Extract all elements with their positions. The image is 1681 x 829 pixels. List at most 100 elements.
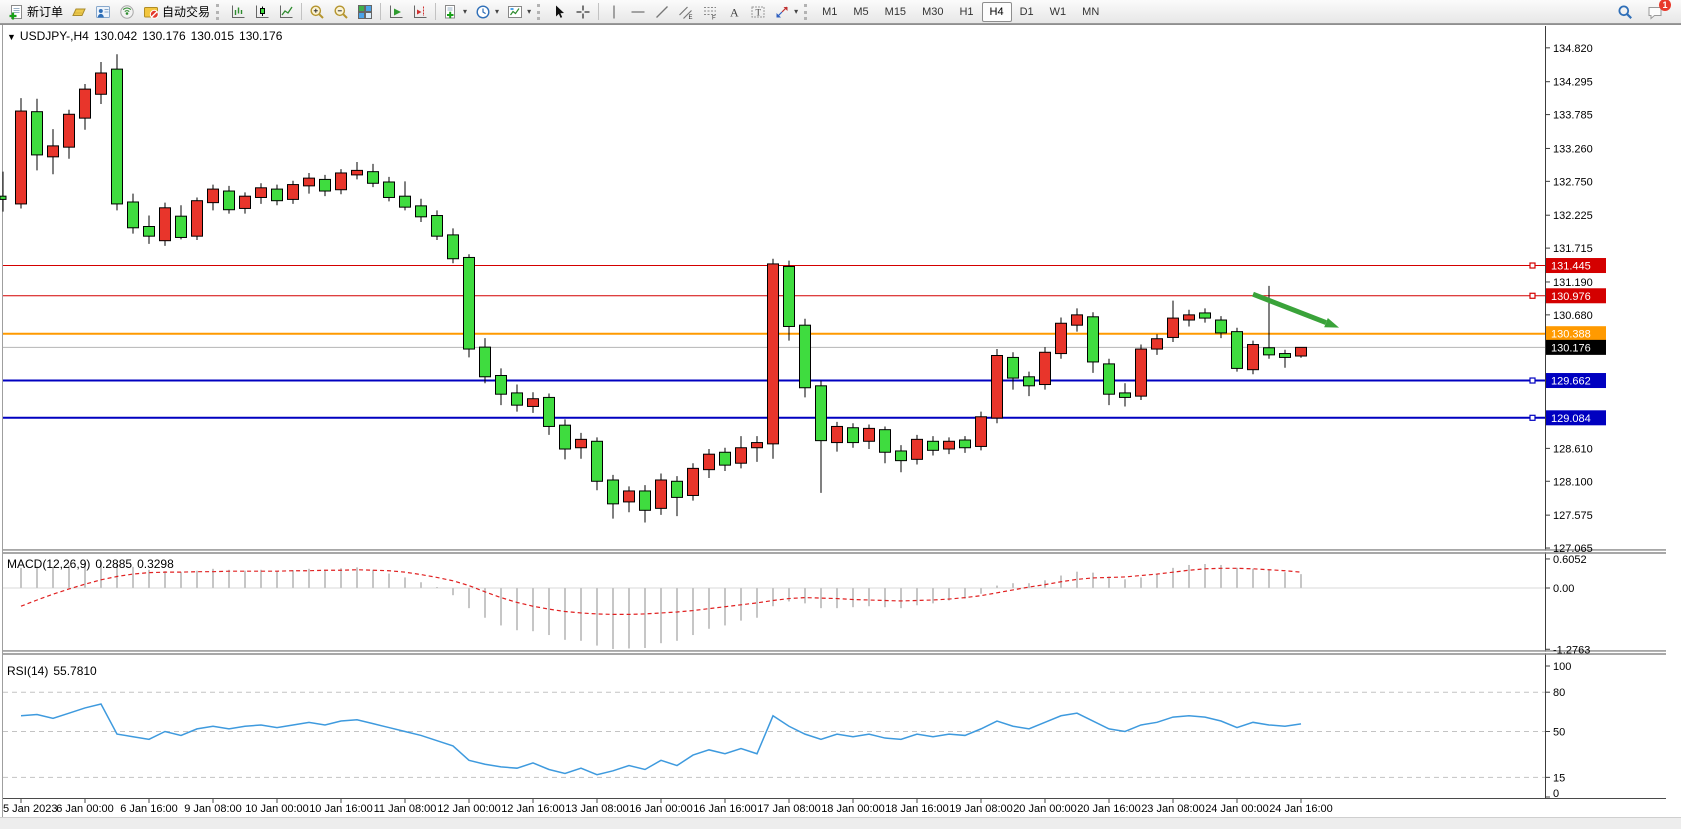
horizontal-line-button[interactable] [626,1,650,22]
timeframe-M30[interactable]: M30 [914,2,951,22]
time-axis-label: 16 Jan 00:00 [629,803,693,815]
price-badge-label: 130.976 [1551,291,1591,303]
text-label-button[interactable]: T [746,1,770,22]
candle [384,182,395,197]
trendline-icon [654,4,670,20]
cursor-button[interactable] [547,1,571,22]
chart-shift-button[interactable] [408,1,432,22]
price-chart-area[interactable]: 134.820134.295133.785133.260132.750132.2… [0,0,1681,829]
candle [1088,317,1099,362]
svg-text:T: T [756,7,762,17]
signals-button[interactable] [115,1,139,22]
timeframe-group: M1M5M15M30H1H4D1W1MN [814,2,1107,22]
time-axis-label: 24 Jan 16:00 [1269,803,1333,815]
candle [1040,352,1051,384]
timeframe-M5[interactable]: M5 [845,2,876,22]
time-axis-label: 20 Jan 00:00 [1013,803,1077,815]
candle [848,428,859,443]
zoom-in-button[interactable] [305,1,329,22]
fibonacci-button[interactable]: F [698,1,722,22]
candle [496,375,507,394]
notifications-button[interactable]: 1 [1643,1,1667,22]
trendline-button[interactable] [650,1,674,22]
candle [576,439,587,447]
line-handle[interactable] [1530,293,1535,298]
templates-icon [507,4,523,20]
autotrade-icon [143,4,159,20]
timeframe-H4[interactable]: H4 [982,2,1012,22]
candle [976,417,987,447]
timeframe-H1[interactable]: H1 [951,2,981,22]
new-order-label: 新订单 [27,3,63,20]
candle [960,440,971,448]
search-button[interactable] [1613,1,1637,22]
line-handle[interactable] [1530,415,1535,420]
crosshair-button[interactable] [571,1,595,22]
timeframe-M1[interactable]: M1 [814,2,845,22]
tile-windows-button[interactable] [353,1,377,22]
candlestick-chart-icon [254,4,270,20]
candle [688,468,699,495]
timeframe-MN[interactable]: MN [1074,2,1107,22]
candle [416,206,427,217]
line-handle[interactable] [1530,263,1535,268]
ohlc-close: 130.176 [239,29,282,43]
candle [208,189,219,203]
search-icon [1617,4,1633,20]
chart-symbol: USDJPY-,H4 [20,29,89,43]
rsi-indicator-label: RSI(14)55.7810 [7,664,97,678]
horizontal-line-icon [630,4,646,20]
time-axis-label: 13 Jan 08:00 [565,803,629,815]
candle [112,69,123,204]
price-badge-label: 130.388 [1551,329,1591,341]
candle [1072,315,1083,325]
toolbar-separator [301,3,302,20]
vertical-line-button[interactable] [602,1,626,22]
channel-button[interactable]: E [674,1,698,22]
candle [1168,318,1179,337]
crosshair-icon [575,4,591,20]
candle [336,173,347,190]
auto-scroll-button[interactable] [384,1,408,22]
indicators-button[interactable]: ▾ [439,1,471,22]
chart-shift-icon [412,4,428,20]
candle [1200,313,1211,318]
chevron-down-icon: ▾ [495,7,499,16]
macd-value: 0.2885 [95,557,132,571]
time-axis-label: 18 Jan 16:00 [885,803,949,815]
candlestick-chart-button[interactable] [250,1,274,22]
timeframe-W1[interactable]: W1 [1042,2,1075,22]
new-order-button[interactable]: 新订单 [4,1,67,22]
timeframe-D1[interactable]: D1 [1012,2,1042,22]
arrows-button[interactable]: ▾ [770,1,802,22]
timeframe-M15[interactable]: M15 [877,2,914,22]
candle [64,114,75,147]
toolbar-grip[interactable] [216,4,222,20]
bar-chart-button[interactable] [226,1,250,22]
candle [912,439,923,459]
candle [800,325,811,388]
text-button[interactable]: A [722,1,746,22]
periods-button[interactable]: ▾ [471,1,503,22]
chevron-down-icon: ▾ [527,7,531,16]
autotrade-button[interactable]: 自动交易 [139,1,214,22]
zoom-out-button[interactable] [329,1,353,22]
collapse-triangle-icon[interactable]: ▼ [7,32,16,42]
line-chart-icon [278,4,294,20]
candle [752,443,763,448]
price-badge-label: 129.662 [1551,376,1591,388]
line-handle[interactable] [1530,378,1535,383]
chart-title: ▼USDJPY-,H4130.042130.176130.015130.176 [7,29,282,43]
candle [656,480,667,508]
time-axis-label: 24 Jan 00:00 [1205,803,1269,815]
line-chart-button[interactable] [274,1,298,22]
terminal-button[interactable] [91,1,115,22]
candle [720,452,731,465]
toolbar-grip[interactable] [537,4,543,20]
candle [944,441,955,449]
candle [400,196,411,207]
macd-signal-value: 0.3298 [137,557,174,571]
market-watch-button[interactable] [67,1,91,22]
templates-button[interactable]: ▾ [503,1,535,22]
toolbar-grip[interactable] [804,4,810,20]
